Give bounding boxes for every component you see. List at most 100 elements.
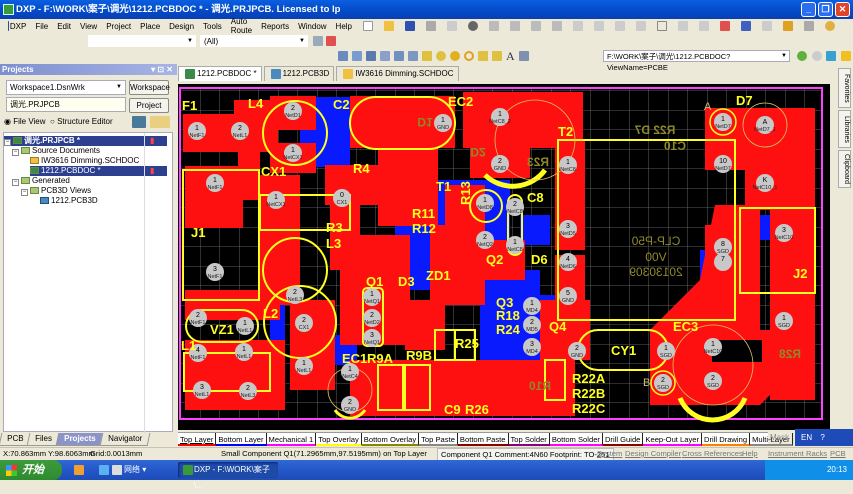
layer-tab-top-solder[interactable]: Top Solder [508, 433, 550, 446]
start-button[interactable]: 开始 [0, 460, 62, 480]
layer-tab-bottom-layer[interactable]: Bottom Layer [216, 433, 267, 446]
doc-tab-schdoc[interactable]: IW3616 Dimming.SCHDOC [336, 66, 459, 81]
pcb-canvas[interactable]: 1 NetF1 2 NetL1 1 NetF1 3 NetF1 2 NetD1 1 NetCX1 1 N… [178, 84, 830, 430]
layer-tab-bottom-solder[interactable]: Bottom Solder [549, 433, 603, 446]
panel-tab-projects[interactable]: Projects [55, 433, 105, 446]
ie-icon[interactable] [99, 465, 109, 475]
move-icon[interactable] [678, 21, 688, 31]
tree-item-pcbdoc[interactable]: 1212.PCBDOC * ▮ [30, 166, 167, 176]
redo-icon[interactable] [762, 21, 772, 31]
guide-icon[interactable] [408, 51, 418, 61]
tree-item-schematic[interactable]: IW3616 Dimming.SCHDOC [30, 156, 139, 166]
new-icon[interactable] [363, 21, 373, 31]
pad[interactable]: 2NetL3 [239, 382, 257, 400]
pad[interactable]: 2SGD [654, 374, 672, 392]
print-icon[interactable] [426, 21, 436, 31]
project-field[interactable]: 调光.PRJPCB [6, 97, 126, 112]
rooms-icon[interactable] [380, 51, 390, 61]
tree-item-pcb3d-views[interactable]: − PCB3D Views [21, 186, 91, 196]
pad[interactable]: 2GND [568, 342, 586, 360]
interactive-route-icon[interactable] [422, 51, 432, 61]
menu-window[interactable]: Window [298, 22, 326, 31]
view-icon[interactable] [468, 21, 478, 31]
pad[interactable]: 1NetL1 [235, 343, 253, 361]
pad[interactable]: 2NetD2 [363, 309, 381, 327]
align-icon[interactable] [352, 51, 362, 61]
layer-tab-bottom-overlay[interactable]: Bottom Overlay [361, 433, 420, 446]
filter-combo-2[interactable]: (All) ▼ [200, 35, 308, 47]
pad[interactable]: 2NetD1 [284, 102, 302, 120]
layer-tab-bottom-paste[interactable]: Bottom Paste [457, 433, 509, 446]
menu-design[interactable]: Design [169, 22, 194, 31]
pad[interactable]: 1NetL1 [236, 317, 254, 335]
project-button[interactable]: Project [129, 98, 169, 113]
menu-auto-route[interactable]: Auto Route [231, 17, 252, 35]
pad[interactable]: 5GND [559, 287, 577, 305]
menu-tools[interactable]: Tools [203, 22, 222, 31]
pad[interactable]: 1NetF1 [188, 122, 206, 140]
tree-item-project[interactable]: − 调光.PRJPCB * ▮ [4, 136, 167, 146]
zoom-filtered-icon[interactable] [552, 21, 562, 31]
taskbar-item-dxp[interactable]: DXP - F:\WORK\案子\... [178, 462, 278, 490]
pad[interactable]: 7 [714, 253, 732, 271]
clear-filter-icon[interactable] [326, 36, 336, 46]
filter-combo-1[interactable]: ▼ [88, 35, 196, 47]
component-icon[interactable] [518, 51, 529, 61]
minimize-button[interactable]: _ [801, 2, 816, 17]
pad[interactable]: 1NetQ1 [363, 288, 381, 306]
pad[interactable]: 1NetF1 [206, 174, 224, 192]
pad[interactable]: 1NetL1 [295, 357, 313, 375]
tree-item-source-documents[interactable]: − Source Documents [12, 146, 100, 156]
layer-tab-top-overlay[interactable]: Top Overlay [316, 433, 362, 446]
design-compiler-button[interactable]: Design Compiler [625, 448, 681, 460]
cross-references-button[interactable]: Cross References [682, 448, 743, 460]
menu-file[interactable]: File [35, 22, 48, 31]
instrument-racks-button[interactable]: Instrument Racks [768, 448, 827, 460]
layer-tab-keep-out-layer[interactable]: Keep-Out Layer [643, 433, 703, 446]
save-icon[interactable] [405, 21, 415, 31]
doc-tab-pcbdoc[interactable]: 1212.PCBDOC * [178, 66, 262, 81]
menu-reports[interactable]: Reports [261, 22, 289, 31]
pad[interactable]: 3MD4 [523, 338, 541, 356]
pad[interactable]: 10NetD7 [714, 155, 732, 173]
layer-tab-drill-drawing[interactable]: Drill Drawing [702, 433, 751, 446]
collapse-icon[interactable]: − [21, 189, 28, 196]
grid-icon[interactable] [394, 51, 404, 61]
print-preview-icon[interactable] [447, 21, 457, 31]
pad[interactable]: 2NetL1 [231, 122, 249, 140]
layer-tab-top-layer[interactable]: Top Layer [178, 433, 217, 446]
pad[interactable]: 3NetD5 [559, 220, 577, 238]
pad[interactable]: 3NetF1 [206, 263, 224, 281]
pad[interactable]: 2NetC8 [506, 198, 524, 216]
workspace-button[interactable]: Workspace [129, 80, 170, 95]
zoom-selected-icon[interactable] [531, 21, 541, 31]
cut-icon[interactable] [573, 21, 583, 31]
apply-filter-icon[interactable] [313, 36, 323, 46]
language-bar[interactable]: EN ? [795, 429, 853, 446]
help-button[interactable]: Help [742, 448, 758, 460]
deselect-icon[interactable] [699, 21, 709, 31]
file-view-radio[interactable]: ◉ File View [4, 117, 46, 126]
forward-icon[interactable] [812, 51, 822, 61]
pad[interactable]: 2CX1 [295, 314, 313, 332]
structure-editor-radio[interactable]: ○ Structure Editor [50, 117, 113, 126]
help-icon[interactable]: ? [820, 433, 824, 442]
clipboard-tab[interactable]: Clipboard [838, 150, 851, 188]
open-icon[interactable] [384, 21, 394, 31]
quick-launch-icon[interactable] [74, 465, 84, 475]
pad[interactable]: 1MD4 [523, 297, 541, 315]
pad[interactable]: 1NetC8 [559, 156, 577, 174]
pcb-button[interactable]: PCB [830, 448, 846, 460]
tree-item-pcb3d[interactable]: 1212.PCB3D [40, 196, 98, 206]
collapse-icon[interactable]: − [12, 179, 19, 186]
undo-icon[interactable] [741, 21, 751, 31]
menu-dxp[interactable]: DXP [10, 22, 26, 31]
close-button[interactable]: ✕ [835, 2, 850, 17]
pad-icon[interactable] [436, 51, 446, 61]
mask-label[interactable]: Mask [770, 433, 789, 442]
pad[interactable]: 4NetD6 [559, 253, 577, 271]
network-toolbar[interactable]: 网络 ▾ [124, 464, 146, 475]
utilities-icon[interactable] [338, 51, 348, 61]
layer-tab-drill-guide[interactable]: Drill Guide [602, 433, 644, 446]
paste-icon[interactable] [615, 21, 625, 31]
